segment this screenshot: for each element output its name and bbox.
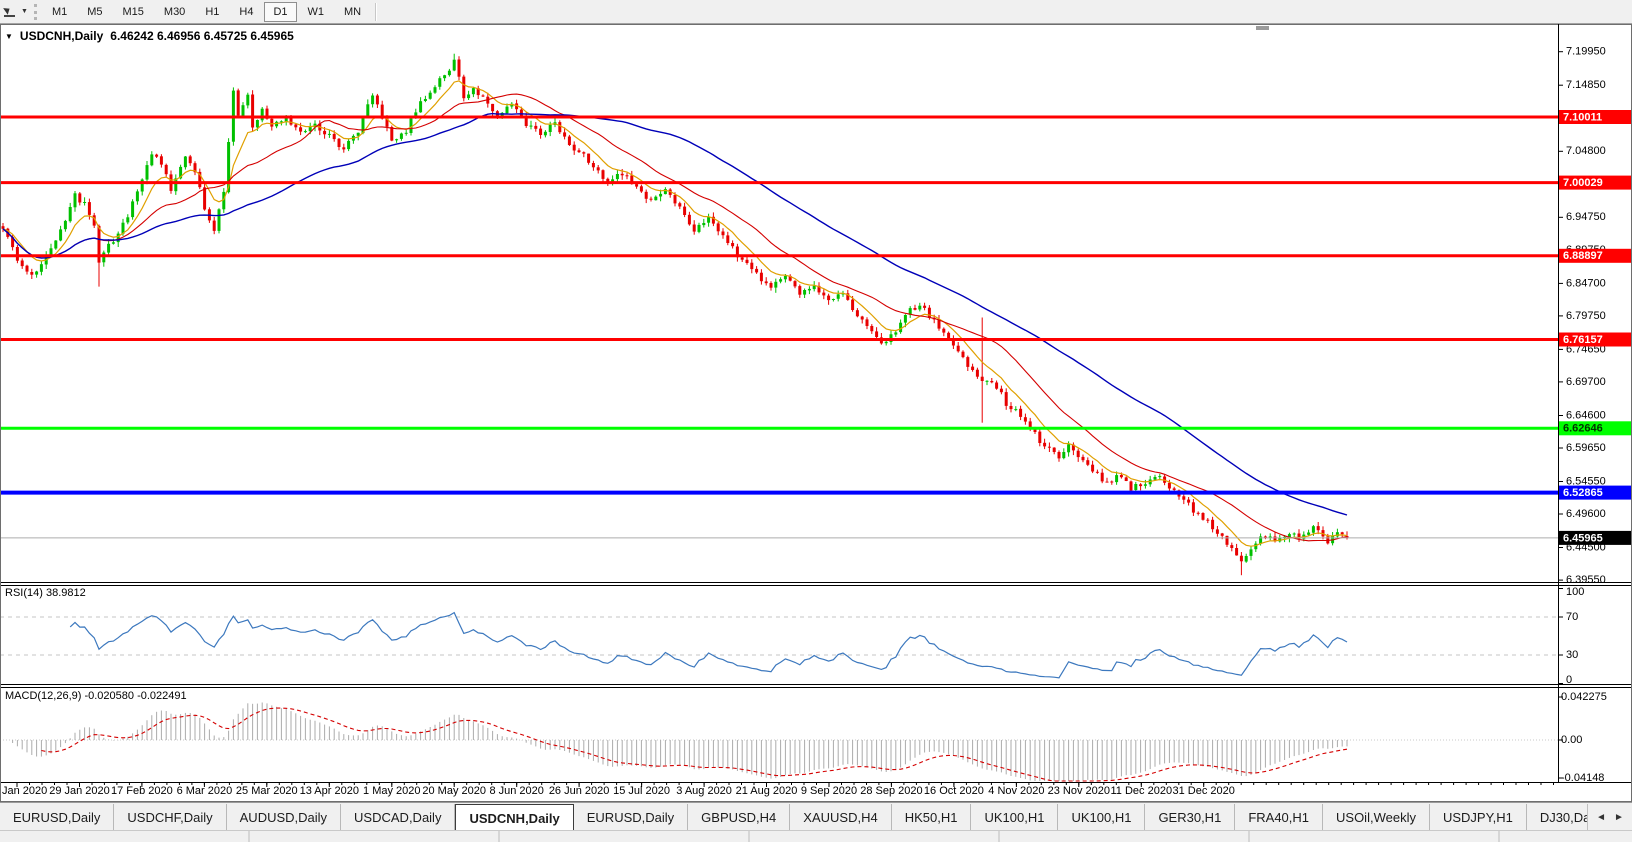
tab-gbpusd-h4-6[interactable]: GBPUSD,H4 <box>688 804 790 830</box>
tab-usdcad-daily-3[interactable]: USDCAD,Daily <box>341 804 455 830</box>
tab-scroll-arrows: ◄ ► <box>1587 804 1632 830</box>
date-tick-label: 8 Jun 2020 <box>489 785 543 797</box>
timeframe-button-m5[interactable]: M5 <box>78 2 111 22</box>
date-tick-label: 3 Aug 2020 <box>676 785 732 797</box>
date-tick-label: 23 Nov 2020 <box>1048 785 1110 797</box>
macd-tick-label: 0.042275 <box>1561 691 1607 703</box>
chart-shift-button[interactable]: ▼ <box>0 0 32 23</box>
rsi-tick-label: 100 <box>1566 586 1584 598</box>
tab-eurusd-daily-5[interactable]: EURUSD,Daily <box>574 804 688 830</box>
svg-text:6.52865: 6.52865 <box>1563 487 1603 499</box>
price-tick-label: 6.49600 <box>1566 508 1606 520</box>
date-tick-label: 31 Dec 2020 <box>1173 785 1235 797</box>
tabbar-understrip <box>0 830 1632 842</box>
price-tick-label: 7.04800 <box>1566 145 1606 157</box>
tab-audusd-daily-2[interactable]: AUDUSD,Daily <box>227 804 341 830</box>
ohlc-readout: 6.46242 6.46956 6.45725 6.45965 <box>110 29 294 43</box>
price-tick-label: 6.39550 <box>1566 574 1606 586</box>
timeframe-button-w1[interactable]: W1 <box>299 2 334 22</box>
tab-usdchf-daily-1[interactable]: USDCHF,Daily <box>114 804 226 830</box>
date-tick-label: 1 May 2020 <box>363 785 420 797</box>
date-tick-label: 15 Jul 2020 <box>613 785 670 797</box>
date-tick-label: 16 Oct 2020 <box>924 785 984 797</box>
svg-text:7.10011: 7.10011 <box>1563 111 1602 123</box>
macd-indicator-label: MACD(12,26,9) -0.020580 -0.022491 <box>5 690 187 702</box>
chart-shift-icon <box>3 5 18 18</box>
tab-dj30-daily-15[interactable]: DJ30,Daily <box>1527 804 1588 830</box>
date-tick-label: 4 Nov 2020 <box>988 785 1044 797</box>
rsi-tick-label: 30 <box>1566 649 1578 661</box>
macd-tick-label: -0.04148 <box>1561 772 1604 784</box>
chart-window[interactable]: ▼ USDCNH,Daily 6.46242 6.46956 6.45725 6… <box>0 24 1632 802</box>
svg-text:6.45965: 6.45965 <box>1563 532 1603 544</box>
price-tick-label: 6.64600 <box>1566 409 1606 421</box>
top-toolbar: ▼ M1M5M15M30H1H4D1W1MN <box>0 0 1632 24</box>
chart-canvas[interactable]: 7.199507.148507.098507.048006.997506.947… <box>0 24 1632 802</box>
tab-usoil-weekly-13[interactable]: USOil,Weekly <box>1323 804 1430 830</box>
date-tick-label: 17 Feb 2020 <box>111 785 173 797</box>
timeframe-button-m15[interactable]: M15 <box>114 2 153 22</box>
price-tick-label: 7.19950 <box>1566 46 1606 58</box>
date-tick-label: 20 May 2020 <box>422 785 486 797</box>
macd-tick-label: 0.00 <box>1561 734 1582 746</box>
symbol-dropdown-icon[interactable]: ▼ <box>5 32 13 41</box>
date-tick-label: 6 Mar 2020 <box>177 785 233 797</box>
symbol-name: USDCNH,Daily <box>20 29 103 43</box>
tab-scroll-left-icon[interactable]: ◄ <box>1596 812 1606 823</box>
timeframe-button-m1[interactable]: M1 <box>43 2 76 22</box>
chevron-down-icon[interactable]: ▼ <box>21 8 28 15</box>
svg-text:6.88897: 6.88897 <box>1563 250 1603 262</box>
tab-ger30-h1-11[interactable]: GER30,H1 <box>1145 804 1235 830</box>
tab-hk50-h1-8[interactable]: HK50,H1 <box>892 804 972 830</box>
chart-title: ▼ USDCNH,Daily 6.46242 6.46956 6.45725 6… <box>5 29 294 43</box>
chart-scroll-thumb[interactable] <box>1256 26 1269 30</box>
timeframe-button-m30[interactable]: M30 <box>155 2 194 22</box>
timeframe-button-h4[interactable]: H4 <box>230 2 262 22</box>
date-tick-label: 11 Dec 2020 <box>1111 785 1173 797</box>
price-tick-label: 6.94750 <box>1566 211 1606 223</box>
toolbar-separator <box>375 3 377 21</box>
date-tick-label: 28 Sep 2020 <box>860 785 922 797</box>
price-tick-label: 6.79750 <box>1566 310 1606 322</box>
svg-text:7.00029: 7.00029 <box>1563 177 1603 189</box>
svg-text:6.76157: 6.76157 <box>1563 334 1603 346</box>
price-tick-label: 6.59650 <box>1566 442 1606 454</box>
date-tick-label: 26 Jun 2020 <box>549 785 610 797</box>
price-tick-label: 6.84700 <box>1566 277 1606 289</box>
timeframe-button-d1[interactable]: D1 <box>264 2 296 22</box>
tab-xauusd-h4-7[interactable]: XAUUSD,H4 <box>790 804 891 830</box>
tab-fra40-h1-12[interactable]: FRA40,H1 <box>1235 804 1323 830</box>
date-tick-label: 13 Apr 2020 <box>300 785 359 797</box>
tab-uk100-h1-9[interactable]: UK100,H1 <box>971 804 1058 830</box>
tab-scroll-right-icon[interactable]: ► <box>1614 812 1624 823</box>
symbol-tabbar: EURUSD,DailyUSDCHF,DailyAUDUSD,DailyUSDC… <box>0 802 1632 841</box>
symbol-tabs: EURUSD,DailyUSDCHF,DailyAUDUSD,DailyUSDC… <box>0 804 1588 830</box>
date-tick-label: 29 Jan 2020 <box>49 785 110 797</box>
rsi-indicator-label: RSI(14) 38.9812 <box>5 587 86 599</box>
timeframe-button-mn[interactable]: MN <box>335 2 370 22</box>
date-tick-label: 25 Mar 2020 <box>236 785 298 797</box>
rsi-tick-label: 70 <box>1566 611 1578 623</box>
tab-usdjpy-h1-14[interactable]: USDJPY,H1 <box>1430 804 1527 830</box>
timeframe-button-h1[interactable]: H1 <box>196 2 228 22</box>
timeframe-button-group: M1M5M15M30H1H4D1W1MN <box>42 2 371 22</box>
tab-usdcnh-daily-4[interactable]: USDCNH,Daily <box>455 804 573 830</box>
tab-eurusd-daily-0[interactable]: EURUSD,Daily <box>0 804 114 830</box>
toolbar-grip-handle[interactable] <box>34 4 37 20</box>
price-tick-label: 7.14850 <box>1566 79 1606 91</box>
rsi-tick-label: 0 <box>1566 674 1572 686</box>
price-tick-label: 6.69700 <box>1566 376 1606 388</box>
svg-text:6.62646: 6.62646 <box>1563 423 1603 435</box>
tab-uk100-h1-10[interactable]: UK100,H1 <box>1058 804 1145 830</box>
date-tick-label: 21 Aug 2020 <box>736 785 798 797</box>
date-tick-label: 9 Sep 2020 <box>801 785 857 797</box>
date-tick-label: 10 Jan 2020 <box>0 785 47 797</box>
